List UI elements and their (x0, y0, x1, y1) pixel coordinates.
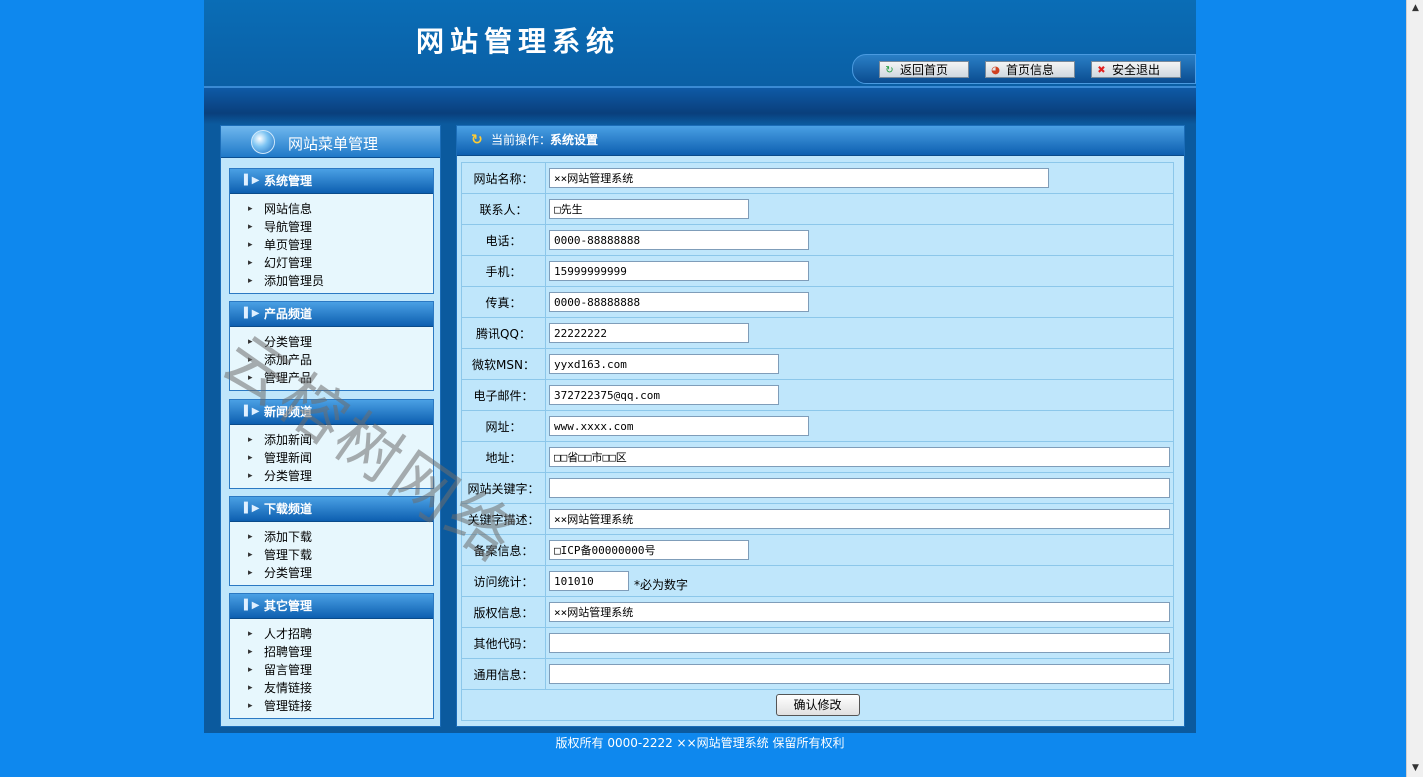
arrow-icon: ▌▶ (244, 600, 260, 611)
menu-item-add-download[interactable]: 添加下载 (230, 528, 433, 546)
home-info-button[interactable]: ◕ 首页信息 (985, 61, 1075, 78)
copyright-input[interactable]: ××网站管理系统 (549, 602, 1170, 622)
main-panel: ↻ 当前操作： 系统设置 网站名称： ××网站管理系统 联系人： □先生 电话： 00… (456, 125, 1185, 727)
menu-item-page-manage[interactable]: 单页管理 (230, 236, 433, 254)
form-row: 通用信息： (461, 658, 1174, 690)
menu-item-message-manage[interactable]: 留言管理 (230, 661, 433, 679)
form-row: 联系人： □先生 (461, 193, 1174, 225)
close-icon: ✖ (1097, 65, 1106, 76)
menu-item-site-info[interactable]: 网站信息 (230, 200, 433, 218)
header: 网站管理系统 ↻ 返回首页 ◕ 首页信息 ✖ 安全退出 (204, 0, 1196, 86)
url-input[interactable]: www.xxxx.com (549, 416, 809, 436)
form-row: 确认修改 (461, 689, 1174, 721)
form-row: 传真： 0000-88888888 (461, 286, 1174, 318)
sidebar-title: 网站菜单管理 (288, 135, 379, 153)
description-input[interactable]: ××网站管理系统 (549, 509, 1170, 529)
globe-icon (251, 130, 275, 154)
menu-item-friend-links[interactable]: 友情链接 (230, 679, 433, 697)
menu-item-add-admin[interactable]: 添加管理员 (230, 272, 433, 290)
other-code-input[interactable] (549, 633, 1170, 653)
footer: 版权所有 0000-2222 ××网站管理系统 保留所有权利 (555, 736, 845, 750)
arrow-icon: ▌▶ (244, 175, 260, 186)
form-row: 网站名称： ××网站管理系统 (461, 162, 1174, 194)
form-row: 微软MSN： yyxd163.com (461, 348, 1174, 380)
stats-input[interactable]: 101010 (549, 571, 629, 591)
form-row: 版权信息： ××网站管理系统 (461, 596, 1174, 628)
arrow-icon: ▌▶ (244, 503, 260, 514)
scroll-down-icon[interactable]: ▼ (1409, 762, 1422, 775)
form-row: 关键字描述： ××网站管理系统 (461, 503, 1174, 535)
menu-item-nav-manage[interactable]: 导航管理 (230, 218, 433, 236)
main-header: ↻ 当前操作： 系统设置 (457, 126, 1184, 156)
form-row: 其他代码： (461, 627, 1174, 659)
mobile-input[interactable]: 15999999999 (549, 261, 809, 281)
contact-input[interactable]: □先生 (549, 199, 749, 219)
form-row: 电话： 0000-88888888 (461, 224, 1174, 256)
form-row: 访问统计： 101010 *必为数字 (461, 565, 1174, 597)
msn-input[interactable]: yyxd163.com (549, 354, 779, 374)
qq-input[interactable]: 22222222 (549, 323, 749, 343)
stats-note: *必为数字 (634, 577, 689, 592)
scroll-up-icon[interactable]: ▲ (1409, 2, 1422, 15)
form-row: 腾讯QQ： 22222222 (461, 317, 1174, 349)
submit-button[interactable]: 确认修改 (775, 694, 860, 716)
phone-input[interactable]: 0000-88888888 (549, 230, 809, 250)
logout-button[interactable]: ✖ 安全退出 (1091, 61, 1181, 78)
menu-group-header[interactable]: ▌▶ 其它管理 (230, 594, 433, 619)
menu-item-manage-download[interactable]: 管理下载 (230, 546, 433, 564)
icp-input[interactable]: □ICP备00000000号 (549, 540, 749, 560)
menu-group-system: ▌▶系统管理 网站信息 导航管理 单页管理 幻灯管理 添加管理员 (229, 168, 434, 294)
menu-group-other: ▌▶其它管理 人才招聘 招聘管理 留言管理 友情链接 管理链接 (229, 593, 434, 719)
top-nav: ↻ 返回首页 ◕ 首页信息 ✖ 安全退出 (852, 54, 1196, 84)
fax-input[interactable]: 0000-88888888 (549, 292, 809, 312)
email-input[interactable]: 372722375@qq.com (549, 385, 779, 405)
form-row: 网址： www.xxxx.com (461, 410, 1174, 442)
form-row: 网站关键字： (461, 472, 1174, 504)
settings-form: 网站名称： ××网站管理系统 联系人： □先生 电话： 0000-88888888 手… (461, 162, 1174, 721)
general-info-input[interactable] (549, 664, 1170, 684)
menu-group-header[interactable]: ▌▶ 系统管理 (230, 169, 433, 194)
menu-item-slide-manage[interactable]: 幻灯管理 (230, 254, 433, 272)
back-home-button[interactable]: ↻ 返回首页 (879, 61, 969, 78)
form-row: 地址： □□省□□市□□区 (461, 441, 1174, 473)
menu-item-recruit[interactable]: 人才招聘 (230, 625, 433, 643)
page: 网站管理系统 ↻ 返回首页 ◕ 首页信息 ✖ 安全退出 网站菜单管理 ▌▶ 系统管… (204, 0, 1196, 733)
form-row: 手机： 15999999999 (461, 255, 1174, 287)
form-row: 电子邮件： 372722375@qq.com (461, 379, 1174, 411)
site-title: 网站管理系统 (416, 25, 621, 58)
menu-item-manage-links[interactable]: 管理链接 (230, 697, 433, 715)
header-band (204, 86, 1196, 124)
pie-chart-icon: ◕ (991, 65, 1000, 76)
refresh-icon: ↻ (471, 132, 483, 148)
scrollbar[interactable]: ▲ ▼ (1406, 0, 1423, 777)
current-operation: 系统设置 (550, 133, 599, 147)
form-row: 备案信息： □ICP备00000000号 (461, 534, 1174, 566)
refresh-icon: ↻ (885, 65, 894, 76)
site-name-input[interactable]: ××网站管理系统 (549, 168, 1049, 188)
menu-item-category[interactable]: 分类管理 (230, 564, 433, 582)
menu-item-recruit-manage[interactable]: 招聘管理 (230, 643, 433, 661)
keywords-input[interactable] (549, 478, 1170, 498)
sidebar-header: 网站菜单管理 (221, 126, 440, 158)
address-input[interactable]: □□省□□市□□区 (549, 447, 1170, 467)
